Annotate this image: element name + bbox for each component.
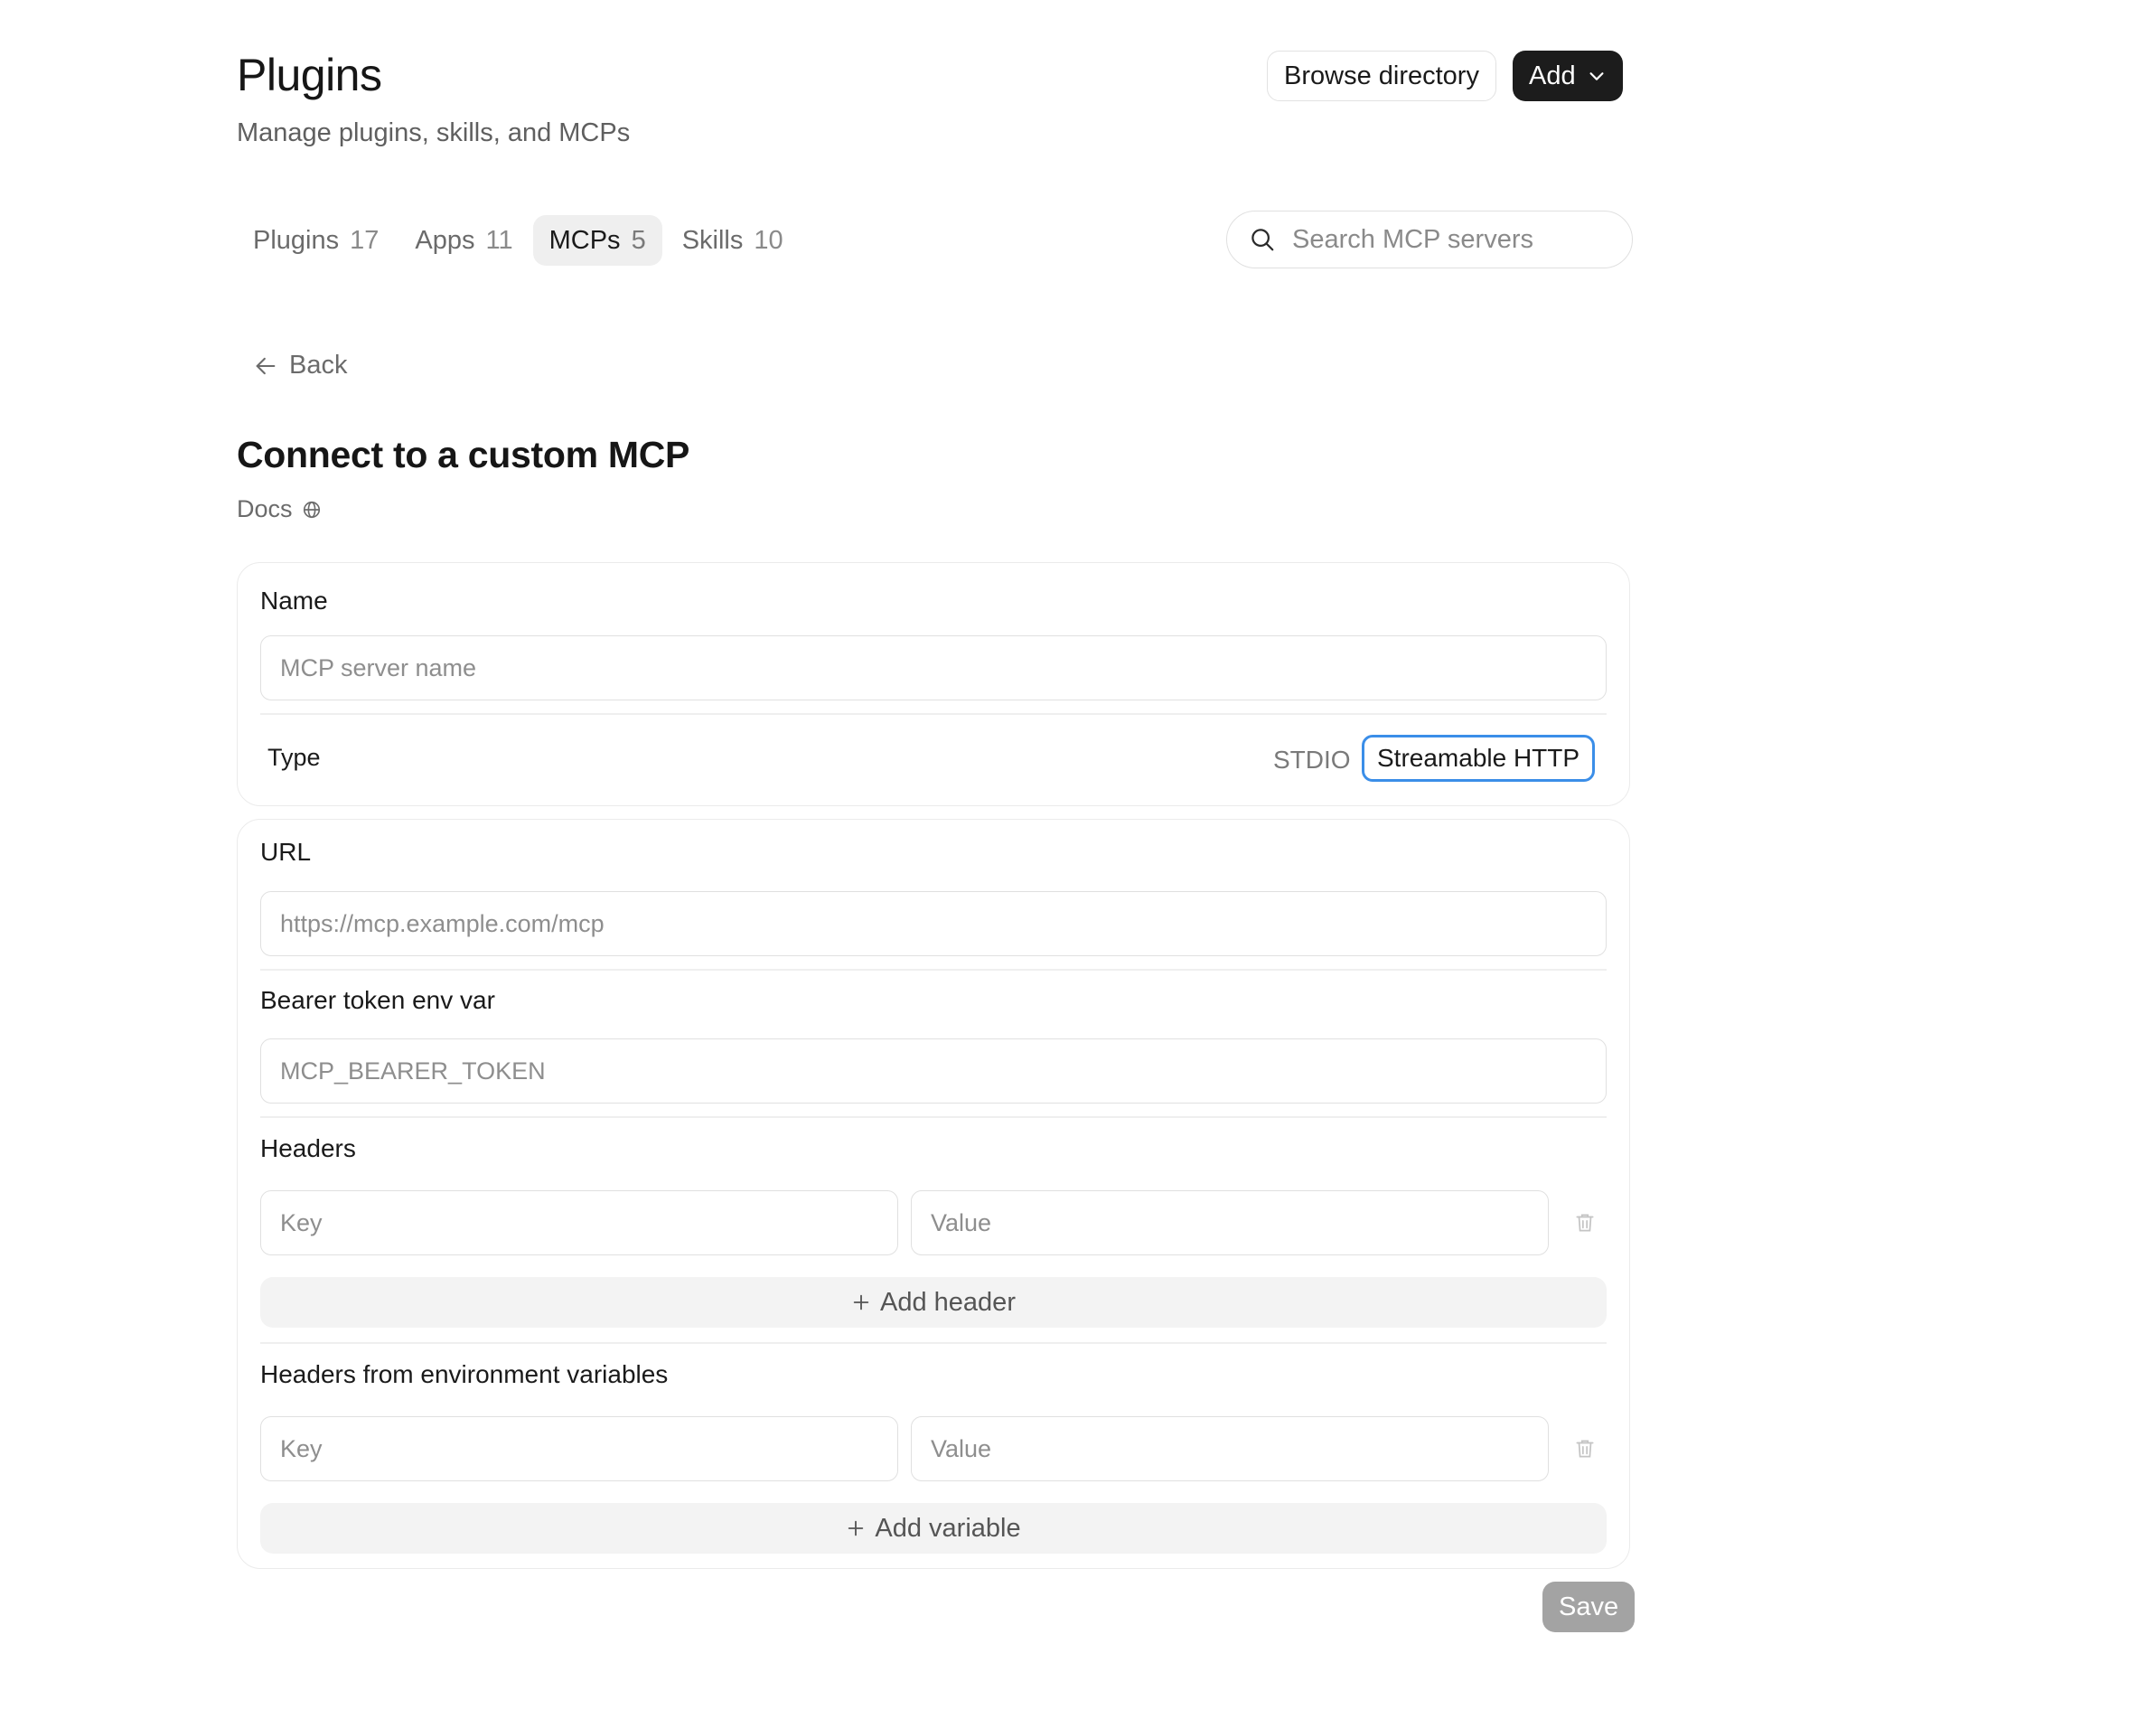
add-variable-label: Add variable [875,1513,1021,1543]
name-input[interactable] [260,635,1607,700]
save-button[interactable]: Save [1542,1582,1636,1632]
header-key-input[interactable] [260,1190,898,1255]
tab-label: MCPs [548,225,621,255]
tab-bar: Plugins 17 Apps 11 MCPs 5 Skills 10 [237,215,800,266]
divider [260,713,1607,715]
header-value-input[interactable] [911,1190,1549,1255]
tab-label: Skills [681,225,744,255]
plus-icon [853,1294,869,1310]
tab-label: Plugins [253,225,340,255]
type-label: Type [267,744,321,771]
bearer-label: Bearer token env var [260,986,495,1014]
search-box[interactable] [1226,211,1633,268]
trash-icon[interactable] [1573,1437,1597,1461]
url-label: URL [260,838,312,866]
connection-card: URL Bearer token env var Headers Add hea… [237,819,1630,1569]
tab-count: 11 [485,225,513,255]
search-icon [1251,229,1274,251]
back-label: Back [289,351,348,380]
plus-icon [848,1520,864,1536]
page-title: Plugins [237,50,382,100]
url-input[interactable] [260,891,1607,956]
tab-mcps[interactable]: MCPs 5 [532,215,662,266]
arrow-left-icon [256,357,276,374]
tab-plugins[interactable]: Plugins 17 [237,215,395,266]
docs-link[interactable]: Docs [237,495,322,523]
type-option-streamable-http[interactable]: Streamable HTTP [1362,735,1596,782]
env-value-input[interactable] [911,1416,1549,1481]
add-button-label: Add [1529,61,1576,90]
page-subtitle: Manage plugins, skills, and MCPs [237,118,631,147]
form-title: Connect to a custom MCP [237,434,690,475]
divider [260,969,1607,971]
env-headers-label: Headers from environment variables [260,1360,669,1388]
plugins-page: Plugins Manage plugins, skills, and MCPs… [0,0,2156,1719]
add-variable-button[interactable]: Add variable [260,1503,1607,1554]
add-header-label: Add header [880,1287,1016,1317]
globe-icon [303,501,320,518]
browse-directory-button[interactable]: Browse directory [1267,51,1496,101]
tab-skills[interactable]: Skills 10 [666,215,800,266]
tab-count: 10 [754,225,783,255]
headers-label: Headers [260,1134,356,1162]
tab-label: Apps [415,225,475,255]
name-type-card: Name Type STDIO Streamable HTTP [237,562,1630,806]
back-link[interactable]: Back [253,351,347,380]
tab-apps[interactable]: Apps 11 [398,215,529,266]
search-input[interactable] [1292,224,1617,255]
add-button[interactable]: Add [1513,51,1623,101]
bearer-token-input[interactable] [260,1038,1607,1104]
docs-label: Docs [237,495,293,522]
chevron-down-icon [1589,72,1604,80]
tab-count: 17 [350,225,380,255]
name-label: Name [260,587,328,615]
trash-icon[interactable] [1573,1211,1597,1235]
divider [260,1342,1607,1344]
type-option-stdio[interactable]: STDIO [1262,737,1362,783]
divider [260,1116,1607,1118]
tab-count: 5 [631,225,646,255]
env-key-input[interactable] [260,1416,898,1481]
add-header-button[interactable]: Add header [260,1277,1607,1328]
